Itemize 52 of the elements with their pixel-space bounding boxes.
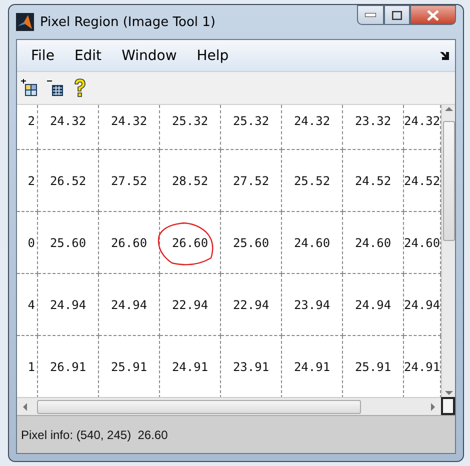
table-cell: 23.32: [343, 105, 404, 150]
table-cell: 25.32: [160, 105, 221, 150]
menu-item[interactable]: Window: [114, 46, 185, 66]
table-cell: 27.52: [99, 150, 160, 212]
scroll-right-icon[interactable]: [429, 402, 437, 410]
table-cell: 23.94: [282, 274, 343, 336]
table-cell: 24.52: [343, 150, 404, 212]
scroll-thumb[interactable]: [442, 121, 454, 241]
pixel-info-text: Pixel info: (540, 245) 26.60: [21, 428, 168, 442]
table-cell: 4: [17, 274, 38, 336]
close-icon: [427, 10, 439, 20]
table-cell: 25.60: [221, 212, 282, 274]
help-icon[interactable]: [73, 78, 87, 98]
table-cell: 25.60: [38, 212, 99, 274]
table-cell: 24.32: [99, 105, 160, 150]
add-grid-icon[interactable]: [21, 79, 39, 97]
table-cell: 2: [17, 150, 38, 212]
table-cell: 24.60: [282, 212, 343, 274]
table-cell: 24.60: [343, 212, 404, 274]
table-cell: 22.94: [160, 274, 221, 336]
horizontal-scrollbar[interactable]: [17, 397, 441, 415]
table-cell: 25.52: [282, 150, 343, 212]
app-logo-icon: [16, 13, 34, 31]
table-cell: 0: [17, 212, 38, 274]
menu-item[interactable]: File: [23, 46, 62, 66]
table-cell: 24.94: [99, 274, 160, 336]
maximize-button[interactable]: [384, 5, 410, 25]
maximize-icon: [392, 10, 402, 20]
table-cell: 24.32: [38, 105, 99, 150]
scroll-left-icon[interactable]: [21, 402, 29, 410]
window-title: Pixel Region (Image Tool 1): [40, 14, 216, 30]
table-cell: 24.32: [282, 105, 343, 150]
minimize-button[interactable]: [357, 5, 384, 25]
menu-item[interactable]: Help: [188, 46, 237, 66]
table-cell: 24.94: [343, 274, 404, 336]
table-cell: 2: [17, 105, 38, 150]
table-cell: 26.60: [160, 212, 221, 274]
minimize-icon: [365, 13, 376, 17]
table-cell: 26.60: [99, 212, 160, 274]
scroll-thumb[interactable]: [37, 400, 361, 414]
table-cell: 26.52: [38, 150, 99, 212]
remove-grid-icon[interactable]: [47, 79, 65, 97]
close-button[interactable]: [410, 5, 456, 25]
dock-arrow-icon[interactable]: [440, 52, 449, 60]
table-cell: 28.52: [160, 150, 221, 212]
table-cell: 27.52: [221, 150, 282, 212]
table-cell: 25.32: [221, 105, 282, 150]
menu-item[interactable]: Edit: [66, 46, 110, 66]
table-cell: 24.94: [38, 274, 99, 336]
scroll-up-icon[interactable]: [444, 105, 452, 113]
table-cell: 22.94: [221, 274, 282, 336]
vertical-scrollbar[interactable]: [441, 105, 455, 397]
